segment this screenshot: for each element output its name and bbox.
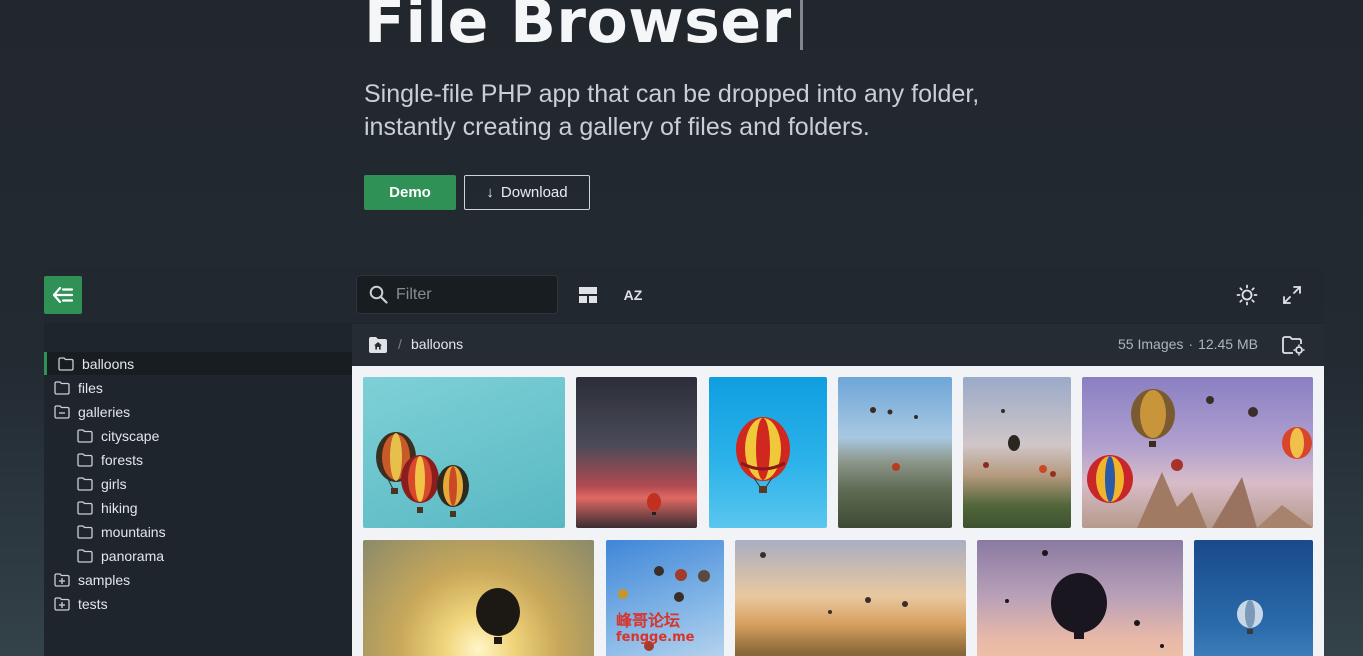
brightness-icon <box>1236 284 1258 306</box>
sidebar-item-panorama[interactable]: panorama <box>77 544 164 567</box>
demo-button[interactable]: Demo <box>364 175 456 210</box>
gallery-thumbnail[interactable] <box>576 377 697 528</box>
home-icon[interactable] <box>368 336 388 354</box>
gallery-thumbnail[interactable] <box>363 377 565 528</box>
breadcrumb-current-folder[interactable]: balloons <box>411 336 463 352</box>
sidebar-item-girls[interactable]: girls <box>77 472 127 495</box>
sidebar-item-label: forests <box>101 451 144 468</box>
folder-icon <box>77 500 93 515</box>
sidebar-item-label: girls <box>101 475 127 492</box>
folder-icon <box>77 452 93 467</box>
gallery-thumbnail[interactable] <box>963 377 1071 528</box>
gallery-thumbnail[interactable] <box>735 540 966 656</box>
folder-size: 12.45 MB <box>1198 336 1258 352</box>
gallery-thumbnail[interactable] <box>1194 540 1313 656</box>
toolbar: AZ <box>44 267 1324 323</box>
page-title: File Browser <box>364 0 803 58</box>
breadcrumb-separator: / <box>398 336 402 352</box>
sidebar-item-label: tests <box>78 595 108 612</box>
sidebar-item-cityscape[interactable]: cityscape <box>77 424 159 447</box>
download-arrow-icon: ↓ <box>486 184 494 201</box>
download-button[interactable]: ↓ Download <box>464 175 590 210</box>
expand-icon <box>54 596 70 611</box>
file-browser-app: AZ balloonsfilesgalleriesci <box>44 267 1324 656</box>
sidebar-item-label: galleries <box>78 403 131 420</box>
gallery-thumbnail[interactable] <box>709 377 827 528</box>
expand-icon <box>54 572 70 587</box>
download-label: Download <box>500 184 568 201</box>
filter-box[interactable] <box>356 275 558 314</box>
filter-input[interactable] <box>396 285 546 304</box>
folder-icon <box>77 428 93 443</box>
sidebar-item-tests[interactable]: tests <box>54 592 108 615</box>
sidebar-item-samples[interactable]: samples <box>54 568 130 591</box>
sidebar-item-balloons[interactable]: balloons <box>44 352 352 375</box>
back-menu-icon <box>52 287 74 303</box>
sidebar-item-label: panorama <box>101 547 165 564</box>
sort-button[interactable]: AZ <box>619 281 647 309</box>
sidebar-item-hiking[interactable]: hiking <box>77 496 138 519</box>
sort-az-icon: AZ <box>623 287 643 303</box>
sidebar-item-mountains[interactable]: mountains <box>77 520 166 543</box>
image-gallery <box>352 366 1324 656</box>
layout-button[interactable] <box>574 281 602 309</box>
folder-icon <box>77 548 93 563</box>
watermark: 峰哥论坛 fengge.me <box>616 611 695 645</box>
folder-icon <box>77 524 93 539</box>
search-icon <box>369 285 388 304</box>
image-count: 55 Images <box>1118 336 1184 352</box>
page-subtitle: Single-file PHP app that can be dropped … <box>364 80 980 141</box>
sidebar-toggle-button[interactable] <box>44 276 82 314</box>
folder-settings-icon[interactable] <box>1281 334 1305 356</box>
theme-toggle-button[interactable] <box>1233 281 1261 309</box>
fullscreen-button[interactable] <box>1278 281 1306 309</box>
sidebar-item-label: mountains <box>101 523 166 540</box>
folder-info: 55 Images · 12.45 MB <box>1118 336 1258 352</box>
gallery-thumbnail[interactable] <box>363 540 594 656</box>
sidebar-item-galleries[interactable]: galleries <box>54 400 130 423</box>
gallery-thumbnail[interactable] <box>1082 377 1313 528</box>
sidebar-item-label: files <box>78 379 103 396</box>
sidebar-item-label: cityscape <box>101 427 160 444</box>
sidebar-item-label: samples <box>78 571 131 588</box>
layout-icon <box>579 287 597 303</box>
breadcrumb: / balloons 55 Images · 12.45 MB <box>352 324 1324 366</box>
folder-tree: balloons files galleries cityscape forests gi… <box>44 323 352 656</box>
folder-icon <box>77 476 93 491</box>
sidebar-item-files[interactable]: files <box>54 376 103 399</box>
sidebar-item-label: balloons <box>82 355 135 372</box>
folder-icon <box>58 356 74 371</box>
text-cursor <box>799 0 803 50</box>
gallery-thumbnail[interactable] <box>838 377 952 528</box>
folder-icon <box>54 380 70 395</box>
gallery-thumbnail[interactable] <box>977 540 1183 656</box>
sidebar-item-label: hiking <box>101 499 138 516</box>
collapse-icon <box>54 404 70 419</box>
fullscreen-icon <box>1283 286 1301 304</box>
info-separator: · <box>1188 336 1194 352</box>
sidebar-item-forests[interactable]: forests <box>77 448 143 471</box>
